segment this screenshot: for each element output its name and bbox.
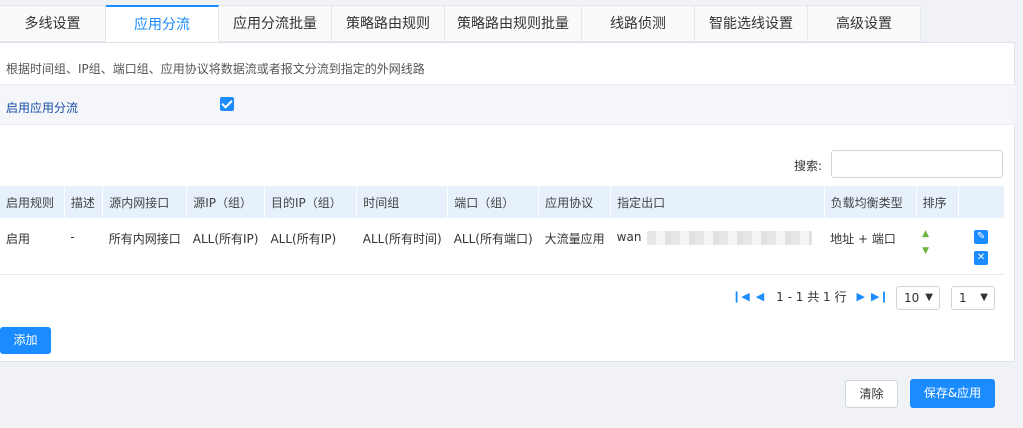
tab-policy-route[interactable]: 策略路由规则 <box>332 5 445 42</box>
tab-line-detect[interactable]: 线路侦测 <box>582 5 695 42</box>
col-time-group: 时间组 <box>356 186 449 218</box>
pagination: ❙◀ ◀ 1 - 1 共 1 行 ▶ ▶❙ <box>732 288 895 305</box>
cell-lb-type: 地址 + 端口 <box>830 232 896 246</box>
search-label: 搜索: <box>794 159 823 173</box>
cell-src-ip: ALL(所有IP) <box>192 232 259 246</box>
tab-multi-line[interactable]: 多线设置 <box>0 5 106 42</box>
redacted-block <box>647 230 813 245</box>
col-ops <box>958 186 1006 218</box>
col-lb-type: 负载均衡类型 <box>824 186 917 218</box>
cell-sort: ▲ ▼ <box>916 218 958 274</box>
col-dst-ip: 目的IP（组） <box>264 186 358 218</box>
cell-port: ALL(所有端口) <box>453 232 533 246</box>
tab-smart-select[interactable]: 智能选线设置 <box>695 5 808 42</box>
tab-advanced[interactable]: 高级设置 <box>808 5 921 42</box>
col-desc: 描述 <box>64 186 104 218</box>
save-apply-button[interactable]: 保存&应用 <box>910 379 995 408</box>
chevron-down-icon: ▼ <box>980 292 988 303</box>
page-info: 1 - 1 共 1 行 <box>776 290 847 304</box>
cell-enabled: 启用 <box>6 232 31 246</box>
col-egress: 指定出口 <box>610 186 825 218</box>
col-src-iface: 源内网接口 <box>102 186 188 218</box>
page-size-select[interactable]: 10 ▼ <box>896 286 940 310</box>
page-size-value: 10 <box>904 291 920 305</box>
tab-app-diversion-batch[interactable]: 应用分流批量 <box>219 5 332 42</box>
tab-app-diversion[interactable]: 应用分流 <box>106 5 219 42</box>
cell-egress: wan <box>611 218 825 274</box>
col-src-ip: 源IP（组） <box>186 186 265 218</box>
rules-table: 启用规则 描述 源内网接口 源IP（组） 目的IP（组） 时间组 端口（组） 应… <box>0 186 1006 275</box>
col-sort: 排序 <box>916 186 959 218</box>
last-page-icon[interactable]: ▶❙ <box>871 290 889 303</box>
col-enable: 启用规则 <box>0 186 65 218</box>
page-description: 根据时间组、IP组、端口组、应用协议将数据流或者报文分流到指定的外网线路 <box>6 62 425 76</box>
cell-src-iface: 所有内网接口 <box>108 232 181 246</box>
col-protocol: 应用协议 <box>538 186 612 218</box>
prev-page-icon[interactable]: ◀ <box>756 290 764 303</box>
cell-protocol: 大流量应用 <box>544 232 605 246</box>
cell-dst-ip: ALL(所有IP) <box>270 232 337 246</box>
search-input[interactable] <box>831 150 1003 178</box>
cell-ops: ✎ ✕ <box>958 218 1004 274</box>
egress-text: wan <box>616 230 642 244</box>
enable-label: 启用应用分流 <box>6 101 79 115</box>
clear-button[interactable]: 清除 <box>845 380 898 408</box>
move-down-icon[interactable]: ▼ <box>922 247 952 256</box>
col-port: 端口（组） <box>447 186 540 218</box>
tab-policy-route-batch[interactable]: 策略路由规则批量 <box>445 5 582 42</box>
cell-time-group: ALL(所有时间) <box>362 232 442 246</box>
edit-icon[interactable]: ✎ <box>974 230 989 244</box>
table-header-row: 启用规则 描述 源内网接口 源IP（组） 目的IP（组） 时间组 端口（组） 应… <box>0 186 1006 218</box>
enable-checkbox[interactable] <box>220 97 234 111</box>
cell-desc: - <box>70 230 75 244</box>
tab-bar: 多线设置 应用分流 应用分流批量 策略路由规则 策略路由规则批量 线路侦测 智能… <box>0 5 921 42</box>
table-row: 启用 - 所有内网接口 ALL(所有IP) ALL(所有IP) ALL(所有时间… <box>0 218 1005 274</box>
first-page-icon[interactable]: ❙◀ <box>732 290 750 303</box>
page-select[interactable]: 1 ▼ <box>951 286 995 310</box>
delete-icon[interactable]: ✕ <box>974 251 989 265</box>
enable-row: 启用应用分流 <box>0 84 1015 125</box>
chevron-down-icon: ▼ <box>925 292 933 303</box>
add-button[interactable]: 添加 <box>0 327 51 354</box>
move-up-icon[interactable]: ▲ <box>922 230 952 239</box>
next-page-icon[interactable]: ▶ <box>856 290 864 303</box>
page-value: 1 <box>959 291 967 305</box>
